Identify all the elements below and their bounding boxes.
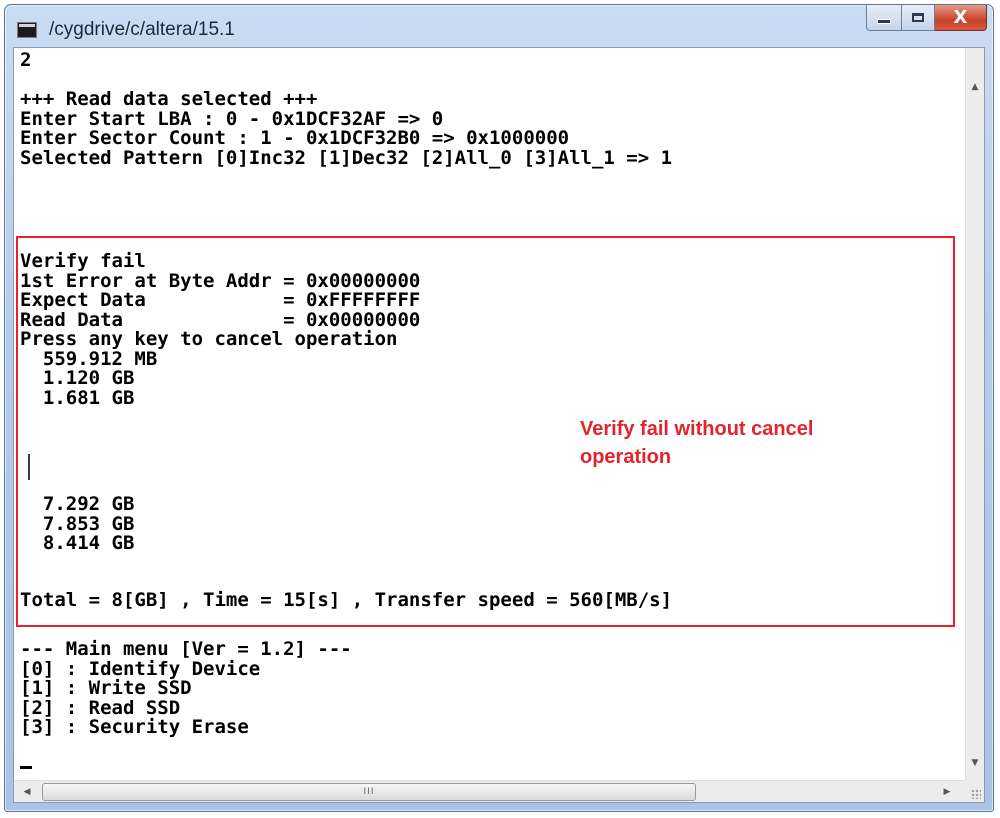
terminal-output[interactable]: 2 +++ Read data selected +++ Enter Start… xyxy=(14,48,966,780)
scroll-down-icon[interactable]: ▼ xyxy=(966,754,984,772)
terminal-line: [1] : Write SSD xyxy=(20,677,192,699)
maximize-icon xyxy=(912,13,924,22)
minimize-button[interactable] xyxy=(866,5,902,31)
scroll-up-icon[interactable]: ▲ xyxy=(966,78,984,96)
vertical-scrollbar[interactable]: ▲ ▼ xyxy=(965,48,984,780)
verify-fail-annotation: Verify fail without cancel operation xyxy=(580,418,814,468)
window-title: /cygdrive/c/altera/15.1 xyxy=(49,19,235,40)
scroll-left-icon[interactable]: ◀ xyxy=(16,781,38,802)
terminal-line: [3] : Security Erase xyxy=(20,716,249,738)
resize-grip-icon[interactable] xyxy=(965,780,984,802)
close-button[interactable]: X xyxy=(935,5,987,31)
terminal-line: 2 xyxy=(20,49,32,71)
caption-buttons: X xyxy=(866,5,987,31)
terminal-client-area[interactable]: 2 +++ Read data selected +++ Enter Start… xyxy=(13,47,985,803)
close-icon: X xyxy=(953,6,968,28)
horizontal-scrollbar[interactable]: ◀ III ▶ xyxy=(14,780,966,802)
scroll-right-icon[interactable]: ▶ xyxy=(936,781,958,802)
terminal-line: +++ Read data selected +++ xyxy=(20,88,318,110)
text-cursor xyxy=(20,766,32,769)
terminal-app-icon[interactable] xyxy=(17,22,37,38)
horizontal-scroll-thumb[interactable]: III xyxy=(42,783,696,801)
terminal-line: Enter Sector Count : 1 - 0x1DCF32B0 => 0… xyxy=(20,127,570,149)
minimize-icon xyxy=(877,19,891,24)
terminal-line: Selected Pattern [0]Inc32 [1]Dec32 [2]Al… xyxy=(20,146,673,169)
title-bar[interactable]: /cygdrive/c/altera/15.1 X xyxy=(5,5,993,51)
terminal-line: --- Main menu [Ver = 1.2] --- xyxy=(20,638,352,660)
maximize-button[interactable] xyxy=(902,5,935,31)
terminal-window: /cygdrive/c/altera/15.1 X 2 +++ Read dat… xyxy=(4,4,994,812)
grip-icon: III xyxy=(363,787,375,797)
